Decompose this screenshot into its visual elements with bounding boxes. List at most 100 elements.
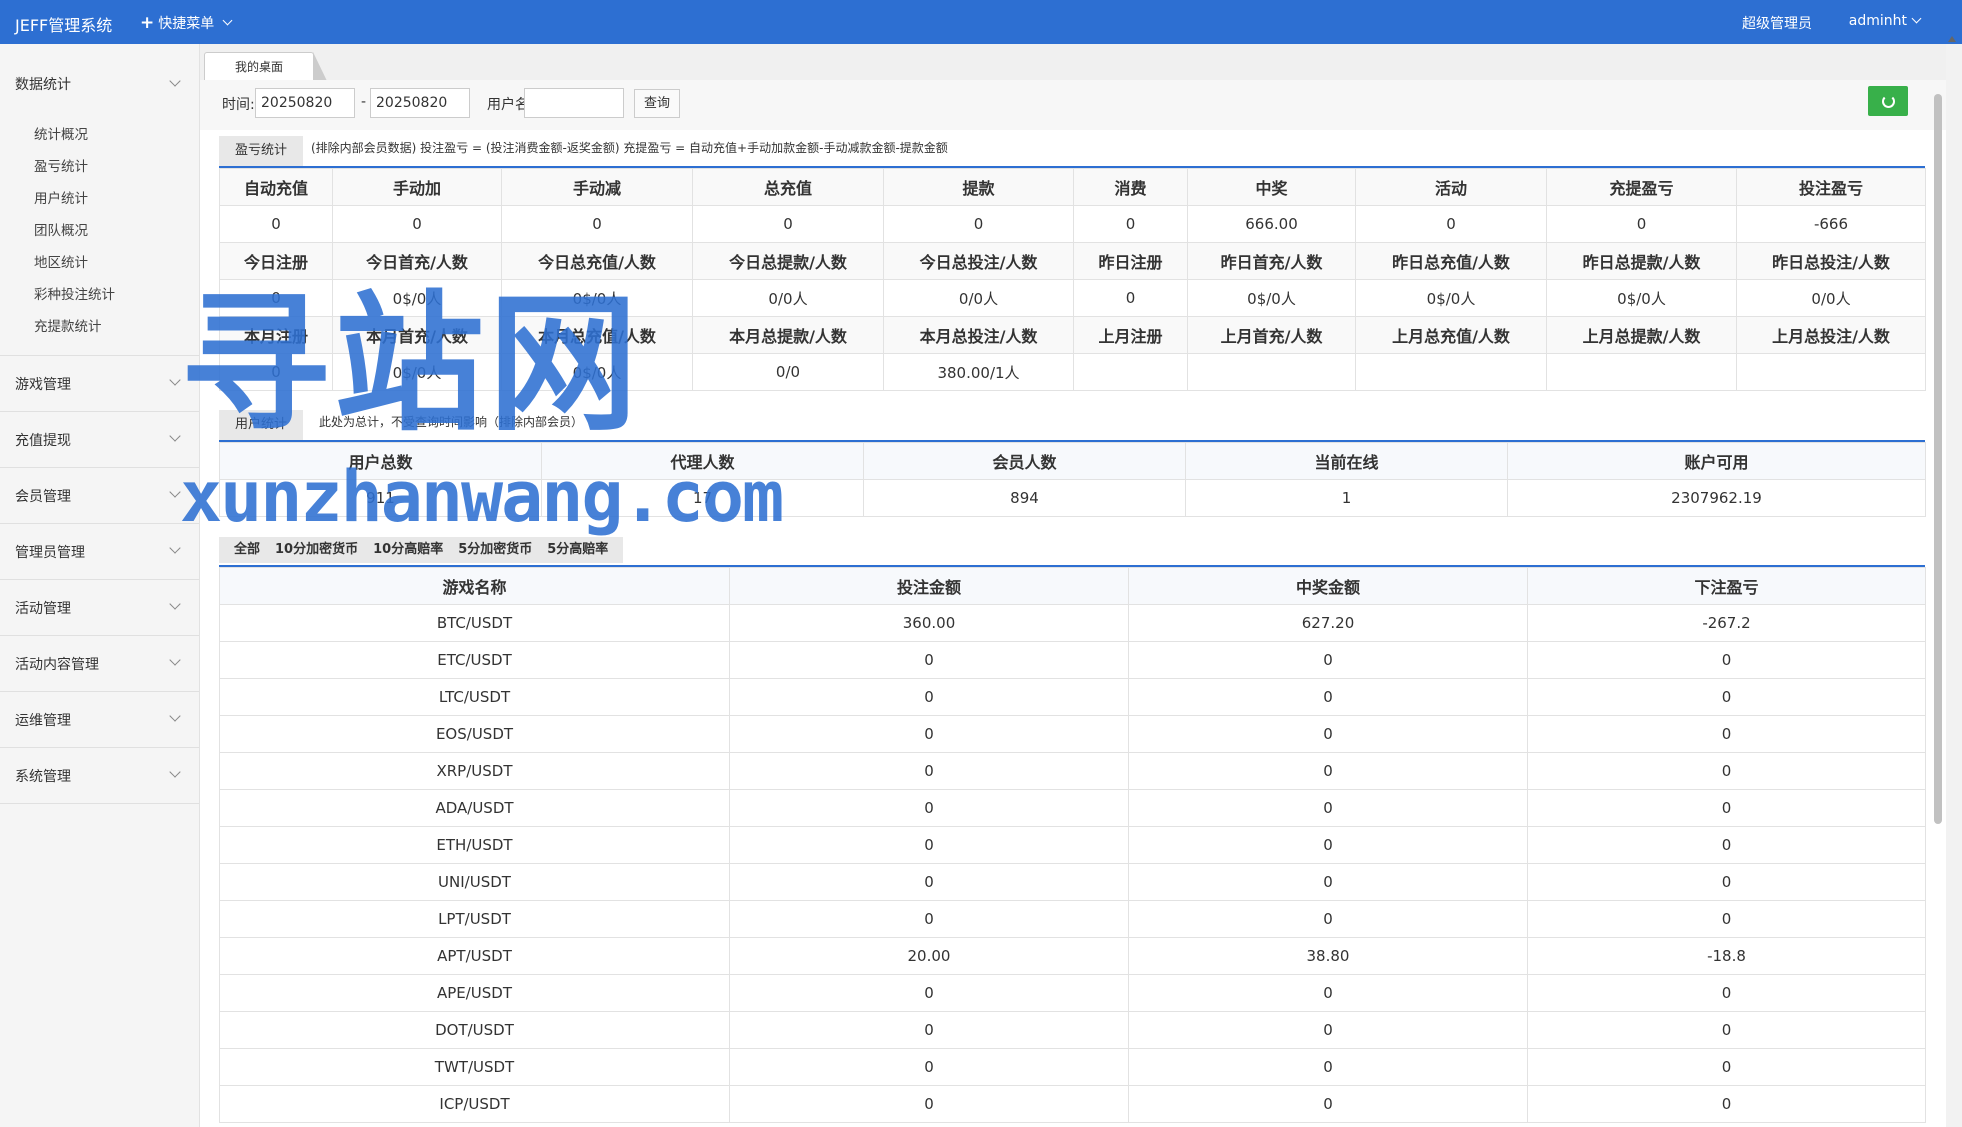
sidebar-item[interactable]: 盈亏统计 xyxy=(0,151,199,183)
table-cell: DOT/USDT xyxy=(219,1011,730,1049)
table-row: 0 0$/0人 0$/0人 0/0人 0/0人 0 0$/0人 0$/0人 0$/0人 0/0人 xyxy=(219,279,1926,317)
tab-user-stats[interactable]: 用户统计 xyxy=(219,410,304,440)
column-header: 今日首充/人数 xyxy=(332,242,502,280)
sidebar-item[interactable]: 地区统计 xyxy=(0,247,199,279)
game-tab[interactable]: 5分加密货币 xyxy=(458,537,548,563)
table-row: APE/USDT 0 0 0 xyxy=(219,974,1926,1012)
start-date-input[interactable] xyxy=(255,88,355,118)
tab-my-desktop[interactable]: 我的桌面 xyxy=(204,52,327,81)
table-cell: 0 xyxy=(1128,752,1528,790)
column-header: 今日总投注/人数 xyxy=(883,242,1074,280)
column-header: 昨日首充/人数 xyxy=(1187,242,1356,280)
game-tab[interactable]: 10分高赔率 xyxy=(373,537,459,563)
sidebar-group[interactable]: 游戏管理 xyxy=(0,356,199,412)
chevron-down-icon xyxy=(169,598,181,610)
table-cell xyxy=(1546,353,1737,391)
table-cell: ETH/USDT xyxy=(219,826,730,864)
table-cell: 0 xyxy=(1527,789,1926,827)
sidebar-item[interactable]: 团队概况 xyxy=(0,215,199,247)
column-header: 上月总投注/人数 xyxy=(1736,316,1926,354)
sidebar-group[interactable]: 管理员管理 xyxy=(0,524,199,580)
column-header: 代理人数 xyxy=(541,442,864,480)
table-cell: 0 xyxy=(729,715,1129,753)
table-row: BTC/USDT 360.00 627.20 -267.2 xyxy=(219,604,1926,642)
table-cell: 0 xyxy=(332,205,502,243)
table-cell: 0$/0人 xyxy=(1355,279,1547,317)
refresh-button[interactable] xyxy=(1868,86,1908,116)
table-cell: 0/0人 xyxy=(1736,279,1926,317)
table-row: LPT/USDT 0 0 0 xyxy=(219,900,1926,938)
game-tab[interactable]: 5分高赔率 xyxy=(547,537,624,563)
user-role: 超级管理员 xyxy=(1742,16,1812,32)
table-cell: 0 xyxy=(1128,715,1528,753)
sidebar-group[interactable]: 系统管理 xyxy=(0,748,199,804)
table-cell: 0$/0人 xyxy=(332,353,502,391)
tab-bar: 我的桌面 xyxy=(200,44,1946,81)
user-menu[interactable]: adminht xyxy=(1849,13,1922,29)
table-cell: APT/USDT xyxy=(219,937,730,975)
table-cell: 0 xyxy=(1527,641,1926,679)
column-header: 投注金额 xyxy=(729,567,1129,605)
quick-menu-button[interactable]: + 快捷菜单 xyxy=(140,13,233,33)
query-button[interactable]: 查询 xyxy=(634,89,680,118)
sidebar-item[interactable]: 统计概况 xyxy=(0,119,199,151)
sidebar-item[interactable]: 彩种投注统计 xyxy=(0,279,199,311)
table-row: ADA/USDT 0 0 0 xyxy=(219,789,1926,827)
app-title[interactable]: JEFF管理系统 xyxy=(15,12,112,36)
refresh-icon xyxy=(1882,95,1895,108)
table-cell: 0 xyxy=(1128,826,1528,864)
column-header: 昨日总充值/人数 xyxy=(1355,242,1547,280)
column-header: 昨日总投注/人数 xyxy=(1736,242,1926,280)
sidebar-group[interactable]: 会员管理 xyxy=(0,468,199,524)
end-date-input[interactable] xyxy=(370,88,470,118)
column-header: 中奖金额 xyxy=(1128,567,1528,605)
vertical-scrollbar[interactable] xyxy=(1934,94,1942,824)
column-header: 本月总充值/人数 xyxy=(501,316,693,354)
sidebar-group[interactable]: 运维管理 xyxy=(0,692,199,748)
sidebar-group-label: 会员管理 xyxy=(15,489,71,505)
username-input[interactable] xyxy=(524,88,624,118)
table-cell: 20.00 xyxy=(729,937,1129,975)
table-cell: 0 xyxy=(692,205,884,243)
table-cell: UNI/USDT xyxy=(219,863,730,901)
table-row: 0 0 0 0 0 0 666.00 0 0 -666 xyxy=(219,205,1926,243)
table-cell: 380.00/1人 xyxy=(883,353,1074,391)
table-cell: 0$/0人 xyxy=(332,279,502,317)
table-cell: TWT/USDT xyxy=(219,1048,730,1086)
column-header: 充提盈亏 xyxy=(1546,168,1737,206)
column-header: 今日注册 xyxy=(219,242,333,280)
user-note: 此处为总计，不受查询时间影响（排除内部会员） xyxy=(319,415,584,429)
table-cell: 0 xyxy=(729,863,1129,901)
sidebar-group[interactable]: 充值提现 xyxy=(0,412,199,468)
sidebar-group-label: 充值提现 xyxy=(15,433,71,449)
table-cell: 0 xyxy=(729,641,1129,679)
table-cell: 0 xyxy=(1128,678,1528,716)
dashboard-content: 盈亏统计 (排除内部会员数据) 投注盈亏 = (投注消费金额-返奖金额) 充提盈… xyxy=(219,130,1926,1123)
chevron-down-icon xyxy=(1911,13,1922,23)
table-cell: 0 xyxy=(729,678,1129,716)
scroll-up-arrow-icon[interactable] xyxy=(1948,36,1956,42)
sidebar-group-label: 游戏管理 xyxy=(15,377,71,393)
table-row: ETH/USDT 0 0 0 xyxy=(219,826,1926,864)
table-cell: 0 xyxy=(1128,1048,1528,1086)
sidebar-submenu: 统计概况 盈亏统计 用户统计 团队概况 地区统计 彩种投注统计 充提款统计 xyxy=(0,119,199,343)
table-cell: LPT/USDT xyxy=(219,900,730,938)
table-cell xyxy=(1187,353,1356,391)
chevron-down-icon xyxy=(169,486,181,498)
table-cell: 0 xyxy=(219,279,333,317)
table-cell: 0 xyxy=(1128,863,1528,901)
game-tab[interactable]: 10分加密货币 xyxy=(275,537,374,563)
tab-profit-stats[interactable]: 盈亏统计 xyxy=(219,136,304,166)
sidebar-item[interactable]: 充提款统计 xyxy=(0,311,199,343)
column-header: 本月注册 xyxy=(219,316,333,354)
sidebar-group[interactable]: 数据统计 统计概况 盈亏统计 用户统计 团队概况 地区统计 彩种投注统计 充提款统计 xyxy=(0,44,199,356)
quick-menu-label: 快捷菜单 xyxy=(158,16,215,32)
game-tab[interactable]: 全部 xyxy=(219,537,276,563)
top-bar: JEFF管理系统 + 快捷菜单 超级管理员 adminht xyxy=(0,0,1962,44)
table-cell: ETC/USDT xyxy=(219,641,730,679)
sidebar-item[interactable]: 用户统计 xyxy=(0,183,199,215)
sidebar-group[interactable]: 活动管理 xyxy=(0,580,199,636)
sidebar-group[interactable]: 活动内容管理 xyxy=(0,636,199,692)
table-cell xyxy=(1736,353,1926,391)
table-cell: 0 xyxy=(219,353,333,391)
